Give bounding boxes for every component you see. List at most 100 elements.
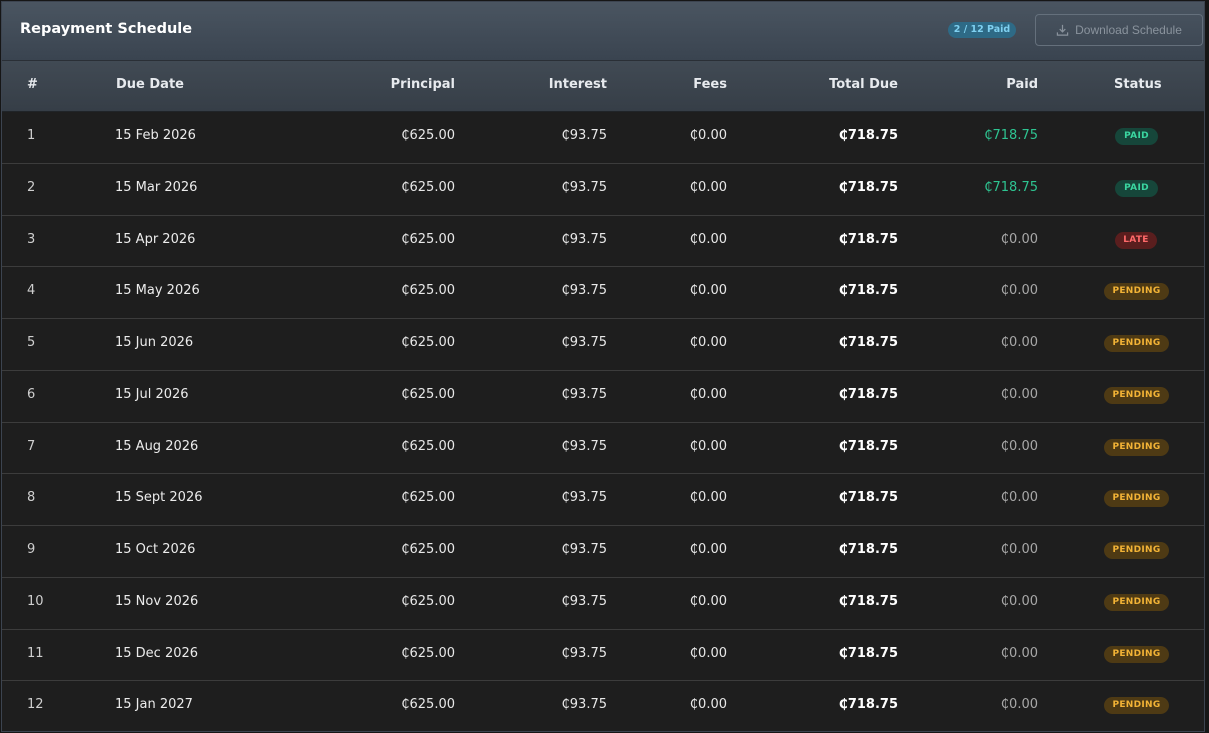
fees-amount: ₵0.00 [689, 697, 727, 713]
interest-amount: ₵93.75 [561, 128, 608, 143]
column-header-paid: Paid [1006, 77, 1038, 92]
installment-number: 6 [27, 386, 36, 402]
total-due-amount: ₵718.75 [838, 128, 898, 143]
table-row: 1 15 Feb 2026 ₵625.00 ₵93.75 ₵0.00 ₵718.75 ₵71… [2, 112, 1204, 164]
column-header-fees: Fees [693, 77, 727, 92]
status-badge-pending: PENDING [1104, 438, 1169, 456]
principal-amount: ₵625.00 [401, 697, 455, 713]
paid-amount: ₵0.00 [1000, 490, 1038, 506]
installment-number: 10 [27, 593, 44, 609]
total-due-amount: ₵718.75 [838, 542, 898, 557]
table-row: 11 15 Dec 2026 ₵625.00 ₵93.75 ₵0.00 ₵718.75 ₵0… [2, 630, 1204, 682]
paid-amount: ₵0.00 [1000, 542, 1038, 557]
status-badge-pending: PENDING [1104, 283, 1169, 301]
table-row: 5 15 Jun 2026 ₵625.00 ₵93.75 ₵0.00 ₵718.75 ₵0.… [2, 319, 1204, 371]
paid-amount: ₵718.75 [984, 179, 1038, 195]
principal-amount: ₵625.00 [401, 335, 455, 350]
table-row: 4 15 May 2026 ₵625.00 ₵93.75 ₵0.00 ₵718.75 ₵0.… [2, 267, 1204, 319]
table-row: 6 15 Jul 2026 ₵625.00 ₵93.75 ₵0.00 ₵718.75 ₵0.… [2, 371, 1204, 423]
status-badge-pending: PENDING [1104, 386, 1169, 404]
total-due-amount: ₵718.75 [838, 490, 898, 506]
table-row: 10 15 Nov 2026 ₵625.00 ₵93.75 ₵0.00 ₵718.75 ₵0… [2, 578, 1204, 630]
paid-amount: ₵0.00 [1000, 335, 1038, 350]
due-date: 15 May 2026 [115, 283, 200, 299]
principal-amount: ₵625.00 [401, 542, 455, 557]
total-due-amount: ₵718.75 [838, 593, 898, 609]
panel-title: Repayment Schedule [20, 21, 193, 37]
column-header-principal: Principal [390, 77, 455, 92]
status-badge-pending: PENDING [1104, 645, 1169, 663]
paid-amount: ₵718.75 [984, 128, 1038, 143]
fees-amount: ₵0.00 [689, 490, 727, 506]
table-row: 12 15 Jan 2027 ₵625.00 ₵93.75 ₵0.00 ₵718.75 ₵0… [2, 681, 1204, 731]
paid-amount: ₵0.00 [1000, 386, 1038, 402]
table-row: 2 15 Mar 2026 ₵625.00 ₵93.75 ₵0.00 ₵718.75 ₵71… [2, 164, 1204, 216]
column-header-interest: Interest [548, 77, 607, 92]
schedule-table-body: 1 15 Feb 2026 ₵625.00 ₵93.75 ₵0.00 ₵718.75 ₵71… [2, 112, 1204, 731]
fees-amount: ₵0.00 [689, 231, 727, 247]
status-badge-paid: PAID [1115, 179, 1158, 197]
interest-amount: ₵93.75 [561, 386, 608, 402]
column-header-due-date: Due Date [116, 77, 184, 92]
fees-amount: ₵0.00 [689, 542, 727, 557]
installment-number: 7 [27, 438, 36, 454]
due-date: 15 Jul 2026 [115, 386, 189, 402]
fees-amount: ₵0.00 [689, 128, 727, 143]
table-row: 8 15 Sept 2026 ₵625.00 ₵93.75 ₵0.00 ₵718.75 ₵0… [2, 474, 1204, 526]
due-date: 15 Mar 2026 [115, 179, 198, 195]
interest-amount: ₵93.75 [561, 231, 608, 247]
due-date: 15 Nov 2026 [115, 593, 199, 609]
principal-amount: ₵625.00 [401, 283, 455, 299]
due-date: 15 Feb 2026 [115, 128, 196, 143]
installment-number: 1 [27, 128, 36, 143]
total-due-amount: ₵718.75 [838, 335, 898, 350]
paid-amount: ₵0.00 [1000, 438, 1038, 454]
installment-number: 4 [27, 283, 36, 299]
installment-number: 9 [27, 542, 36, 557]
fees-amount: ₵0.00 [689, 645, 727, 661]
installment-number: 5 [27, 335, 36, 350]
total-due-amount: ₵718.75 [838, 697, 898, 713]
paid-count-badge: 2 / 12 Paid [948, 22, 1016, 38]
status-badge-pending: PENDING [1104, 593, 1169, 611]
download-button-label: Download Schedule [1075, 23, 1182, 37]
principal-amount: ₵625.00 [401, 490, 455, 506]
installment-number: 12 [27, 697, 44, 713]
status-badge-pending: PENDING [1104, 697, 1169, 715]
principal-amount: ₵625.00 [401, 593, 455, 609]
due-date: 15 Oct 2026 [115, 542, 196, 557]
fees-amount: ₵0.00 [689, 179, 727, 195]
fees-amount: ₵0.00 [689, 386, 727, 402]
total-due-amount: ₵718.75 [838, 231, 898, 247]
interest-amount: ₵93.75 [561, 542, 608, 557]
fees-amount: ₵0.00 [689, 438, 727, 454]
total-due-amount: ₵718.75 [838, 179, 898, 195]
table-header-row: # Due Date Principal Interest Fees Total… [2, 61, 1204, 112]
download-schedule-button[interactable]: Download Schedule [1035, 14, 1203, 46]
paid-amount: ₵0.00 [1000, 283, 1038, 299]
paid-amount: ₵0.00 [1000, 593, 1038, 609]
total-due-amount: ₵718.75 [838, 645, 898, 661]
interest-amount: ₵93.75 [561, 179, 608, 195]
repayment-schedule-panel: Repayment Schedule 2 / 12 Paid Download … [1, 1, 1205, 732]
table-row: 7 15 Aug 2026 ₵625.00 ₵93.75 ₵0.00 ₵718.75 ₵0.… [2, 423, 1204, 475]
paid-amount: ₵0.00 [1000, 697, 1038, 713]
due-date: 15 Aug 2026 [115, 438, 199, 454]
due-date: 15 Jan 2027 [115, 697, 193, 713]
status-badge-paid: PAID [1115, 128, 1158, 145]
interest-amount: ₵93.75 [561, 490, 608, 506]
principal-amount: ₵625.00 [401, 438, 455, 454]
status-badge-pending: PENDING [1104, 542, 1169, 559]
interest-amount: ₵93.75 [561, 283, 608, 299]
table-row: 9 15 Oct 2026 ₵625.00 ₵93.75 ₵0.00 ₵718.75 ₵0.… [2, 526, 1204, 578]
installment-number: 8 [27, 490, 36, 506]
principal-amount: ₵625.00 [401, 179, 455, 195]
paid-amount: ₵0.00 [1000, 231, 1038, 247]
installment-number: 11 [27, 645, 44, 661]
status-badge-pending: PENDING [1104, 490, 1169, 508]
principal-amount: ₵625.00 [401, 128, 455, 143]
paid-amount: ₵0.00 [1000, 645, 1038, 661]
principal-amount: ₵625.00 [401, 386, 455, 402]
interest-amount: ₵93.75 [561, 335, 608, 350]
fees-amount: ₵0.00 [689, 283, 727, 299]
